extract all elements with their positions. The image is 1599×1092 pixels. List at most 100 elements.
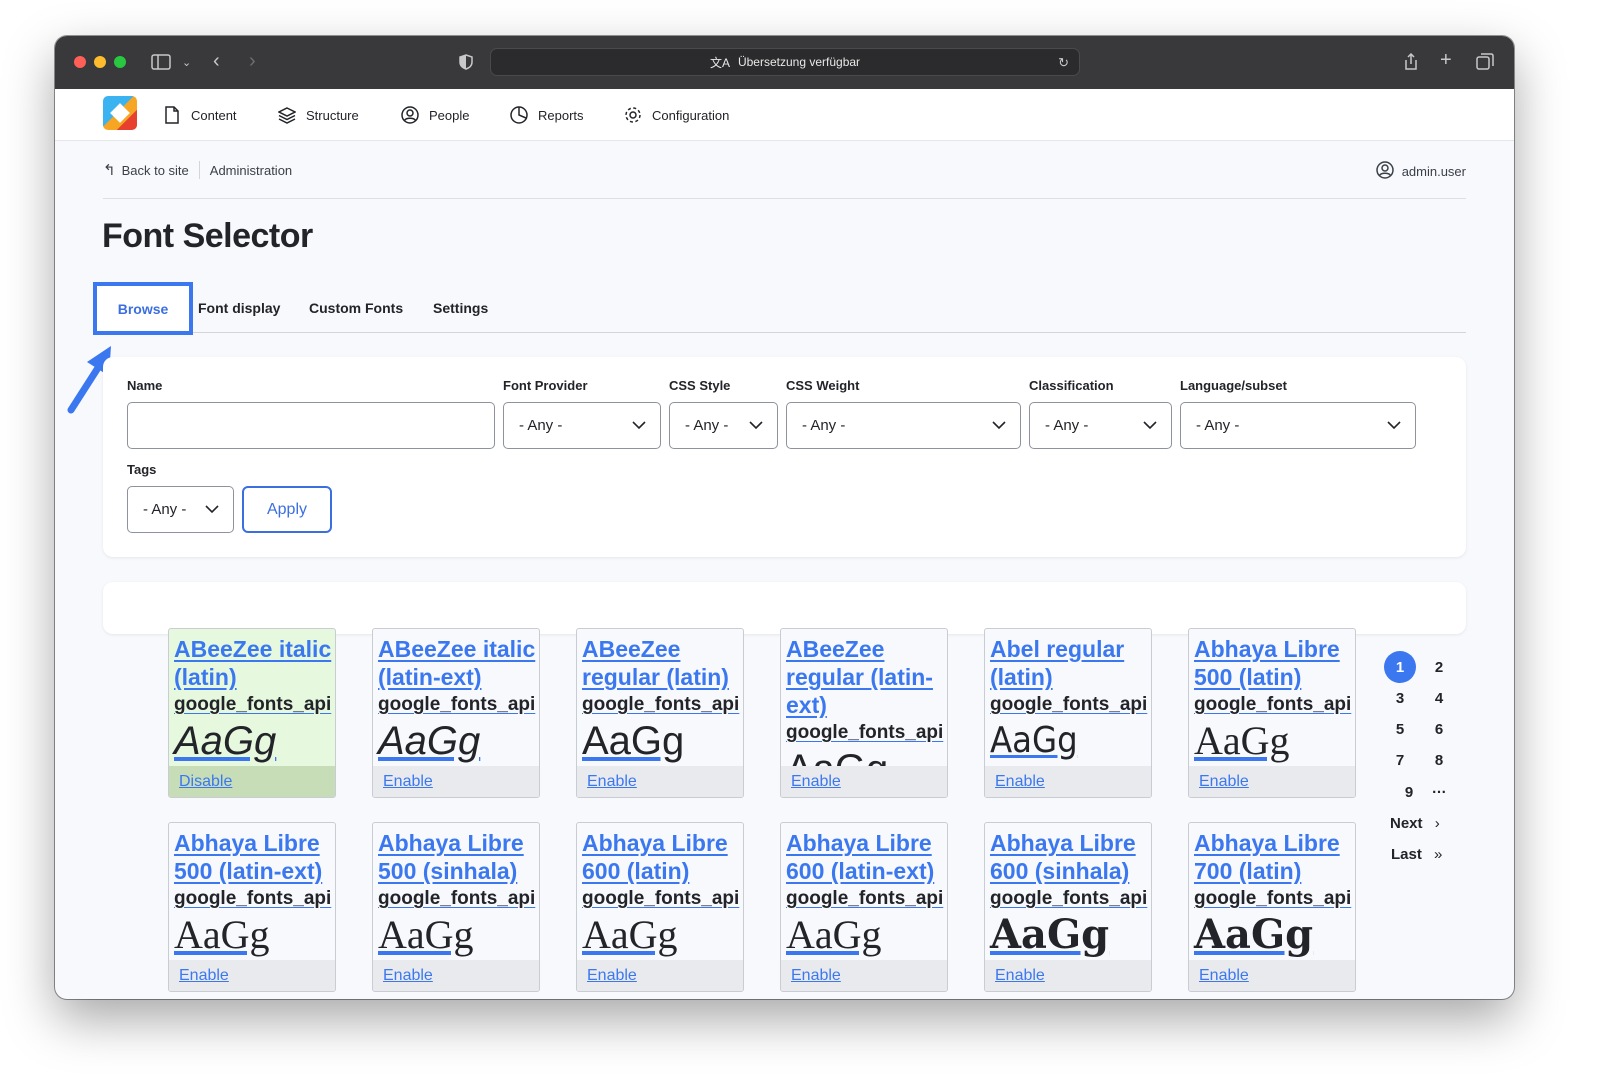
font-name-link[interactable]: Abhaya Libre 600 (latin-ext) google_font… (786, 829, 946, 957)
chevron-down-icon[interactable]: ⌄ (182, 55, 191, 71)
classification-select[interactable]: - Any - (1029, 402, 1172, 449)
back-icon[interactable]: ‹ (213, 51, 220, 71)
enable-link[interactable]: Enable (1189, 960, 1355, 991)
nav-content[interactable]: Content (163, 106, 237, 124)
apply-button[interactable]: Apply (242, 486, 332, 533)
name-input[interactable] (127, 402, 495, 449)
tab-font-display[interactable]: Font display (198, 300, 280, 316)
address-text: Übersetzung verfügbar (737, 55, 861, 69)
breadcrumb-current[interactable]: Administration (210, 163, 292, 178)
chevron-down-icon (1143, 421, 1157, 430)
new-tab-icon[interactable]: + (1440, 50, 1452, 70)
font-name-link[interactable]: ABeeZee regular (latin) google_fonts_api… (582, 635, 742, 763)
enable-link[interactable]: Enable (373, 766, 539, 797)
pager-item-4[interactable]: 4 (1423, 682, 1455, 714)
minimize-window-button[interactable] (94, 56, 106, 68)
forward-icon[interactable]: › (249, 51, 256, 71)
pager-item-3[interactable]: 3 (1384, 682, 1416, 714)
nav-structure[interactable]: Structure (278, 106, 359, 124)
layers-icon (278, 106, 296, 124)
language-value: - Any - (1196, 417, 1240, 434)
chevron-right-icon: › (1434, 815, 1440, 832)
provider-label: Font Provider (503, 378, 588, 393)
enable-link[interactable]: Enable (577, 960, 743, 991)
style-select[interactable]: - Any - (669, 402, 778, 449)
sidebar-toggle-icon[interactable] (151, 54, 171, 74)
tags-value: - Any - (143, 501, 187, 518)
pager-item-6[interactable]: 6 (1423, 713, 1455, 745)
address-bar[interactable]: 文A Übersetzung verfügbar ↻ (490, 48, 1080, 76)
font-provider: google_fonts_api (1194, 888, 1352, 909)
share-icon[interactable] (1403, 52, 1419, 75)
close-window-button[interactable] (74, 56, 86, 68)
font-provider: google_fonts_api (990, 694, 1148, 715)
font-sample: AaGg (582, 719, 685, 763)
user-circle-icon (401, 106, 419, 124)
font-name-link[interactable]: Abhaya Libre 500 (sinhala) google_fonts_… (378, 829, 538, 957)
pager-item-9[interactable]: 9 (1393, 776, 1425, 808)
tabs-overview-icon[interactable] (1476, 53, 1494, 75)
user-name: admin.user (1401, 164, 1466, 179)
font-name-link[interactable]: Abhaya Libre 700 (latin) google_fonts_ap… (1194, 829, 1354, 957)
back-arrow-icon[interactable]: ↰ (103, 161, 116, 179)
user-menu[interactable]: admin.user (1375, 161, 1466, 182)
pager-item-2[interactable]: 2 (1423, 651, 1455, 683)
font-provider: google_fonts_api (174, 694, 332, 715)
font-name-link[interactable]: Abhaya Libre 600 (sinhala) google_fonts_… (990, 829, 1150, 957)
nav-people[interactable]: People (401, 106, 469, 124)
font-sample: AaGg (378, 912, 474, 957)
tags-label: Tags (127, 462, 157, 477)
nav-people-label: People (429, 107, 470, 123)
font-card: ABeeZee regular (latin) google_fonts_api… (576, 628, 744, 798)
font-provider: google_fonts_api (582, 694, 740, 715)
font-provider: google_fonts_api (786, 888, 944, 909)
pager-item-5[interactable]: 5 (1384, 713, 1416, 745)
translate-icon[interactable]: 文A (710, 54, 730, 71)
pager-next-label: Next (1390, 815, 1423, 832)
enable-link[interactable]: Enable (577, 766, 743, 797)
chevron-down-icon (205, 505, 219, 514)
font-name-link[interactable]: ABeeZee italic (latin) google_fonts_api … (174, 635, 334, 763)
shield-icon[interactable] (459, 54, 473, 74)
weight-value: - Any - (802, 417, 846, 434)
pager-item-1[interactable]: 1 (1384, 651, 1416, 683)
tags-select[interactable]: - Any - (127, 486, 234, 533)
style-value: - Any - (685, 417, 729, 434)
nav-reports[interactable]: Reports (510, 106, 584, 124)
font-sample: AaGg (1194, 911, 1314, 958)
double-chevron-right-icon: » (1434, 846, 1443, 863)
zoom-window-button[interactable] (114, 56, 126, 68)
font-sample: AaGg (786, 912, 882, 957)
nav-configuration[interactable]: Configuration (624, 106, 729, 124)
chevron-down-icon (632, 421, 646, 430)
weight-select[interactable]: - Any - (786, 402, 1021, 449)
language-select[interactable]: - Any - (1180, 402, 1416, 449)
breadcrumb-separator (198, 161, 200, 179)
font-name-link[interactable]: Abhaya Libre 500 (latin) google_fonts_ap… (1194, 635, 1354, 763)
tab-settings[interactable]: Settings (433, 300, 488, 316)
tab-bar: Font display Custom Fonts Settings (103, 287, 1466, 333)
pager-item-7[interactable]: 7 (1384, 744, 1416, 776)
site-logo[interactable] (103, 96, 137, 130)
back-to-site-link[interactable]: Back to site (122, 163, 189, 178)
font-name-link[interactable]: Abhaya Libre 600 (latin) google_fonts_ap… (582, 829, 742, 957)
font-card: Abhaya Libre 500 (latin) google_fonts_ap… (1188, 628, 1356, 798)
pager-last[interactable]: Last » (1391, 846, 1442, 863)
enable-link[interactable]: Enable (373, 960, 539, 991)
reload-icon[interactable]: ↻ (1058, 55, 1069, 71)
enable-link[interactable]: Enable (985, 960, 1151, 991)
pager-next[interactable]: Next › (1390, 815, 1440, 832)
enable-link[interactable]: Enable (1189, 766, 1355, 797)
tab-custom-fonts[interactable]: Custom Fonts (309, 300, 403, 316)
enable-link[interactable]: Enable (781, 960, 947, 991)
enable-link[interactable]: Enable (169, 960, 335, 991)
tab-browse[interactable]: Browse (93, 282, 193, 335)
disable-link[interactable]: Disable (169, 766, 335, 797)
font-name-link[interactable]: Abel regular (latin) google_fonts_api Aa… (990, 635, 1150, 763)
enable-link[interactable]: Enable (985, 766, 1151, 797)
font-name-link[interactable]: Abhaya Libre 500 (latin-ext) google_font… (174, 829, 334, 957)
provider-select[interactable]: - Any - (503, 402, 661, 449)
font-card: Abhaya Libre 500 (latin-ext) google_font… (168, 822, 336, 992)
font-name-link[interactable]: ABeeZee italic (latin-ext) google_fonts_… (378, 635, 538, 763)
enable-link[interactable]: Enable (781, 766, 947, 797)
